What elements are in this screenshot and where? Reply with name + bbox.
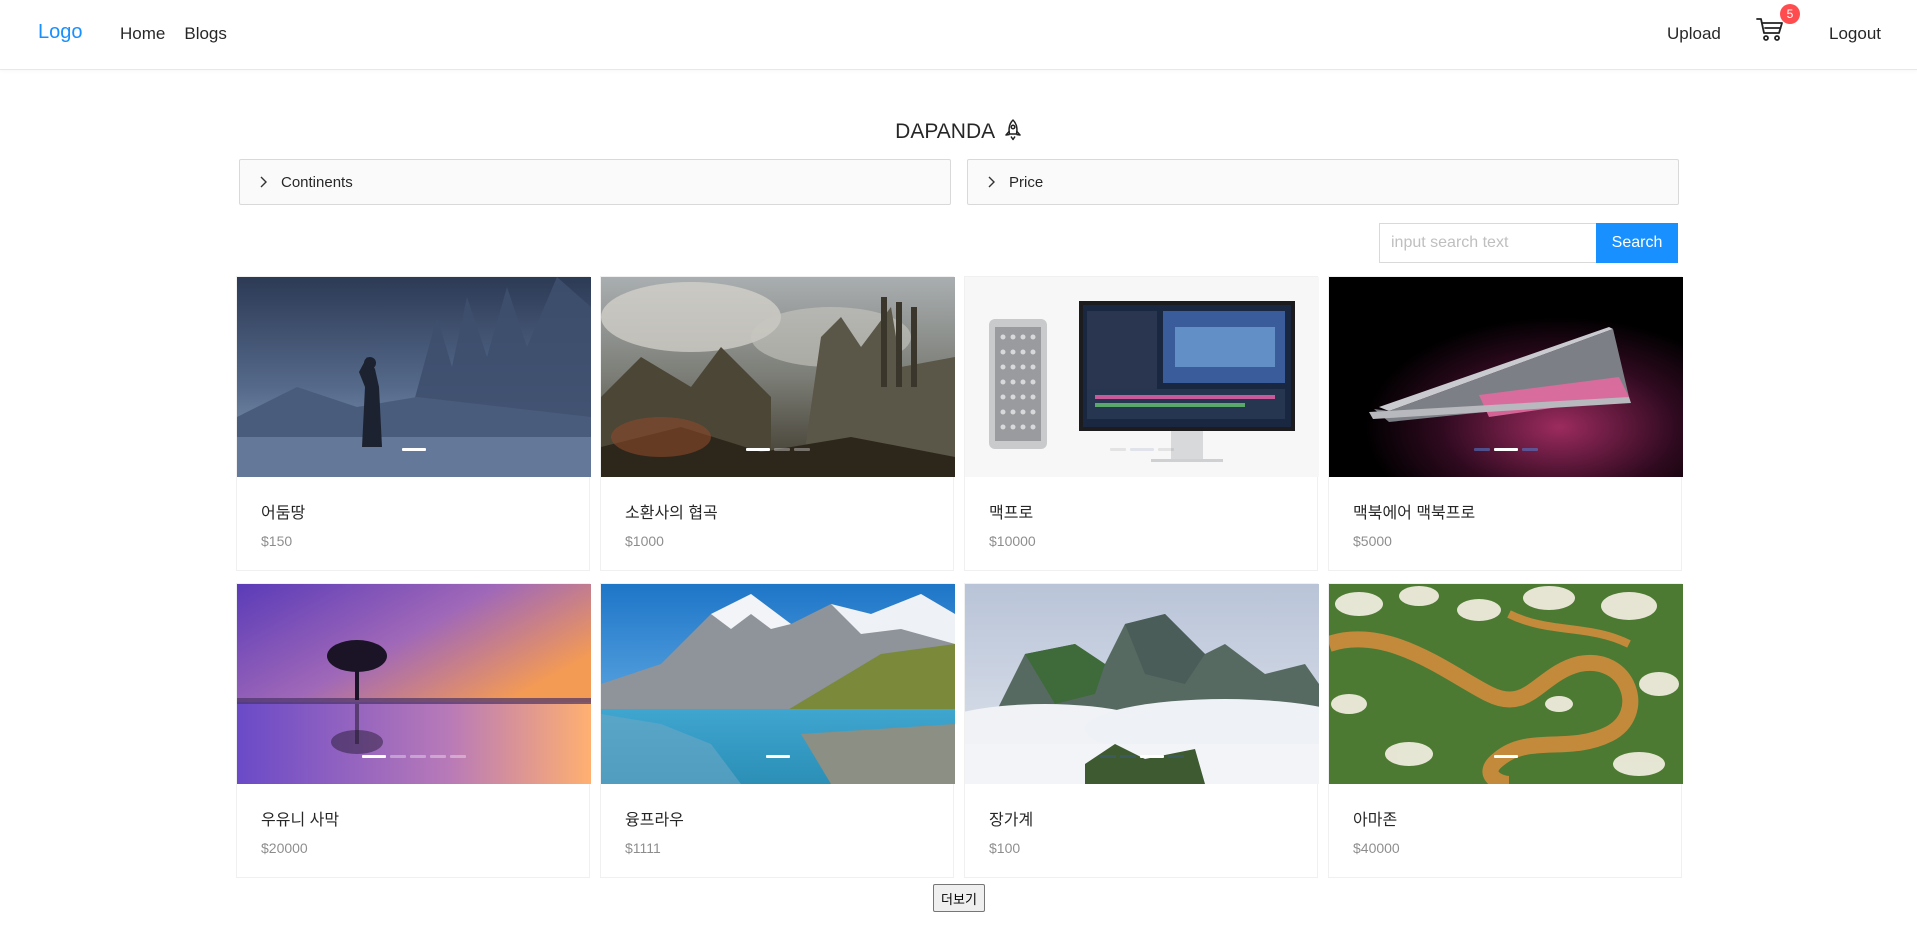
product-name: 융프라우 [625,812,684,829]
product-price: $1000 [625,533,664,549]
product-price: $20000 [261,840,308,856]
continents-filter-label: Continents [281,174,353,191]
page-title: DAPANDA [0,119,1917,147]
product-name: 어둠땅 [261,505,306,522]
nav-left-menu: Home Blogs [120,24,227,44]
product-name: 맥북에어 맥북프로 [1353,505,1476,522]
product-name: 장가계 [989,812,1034,829]
product-image-carousel[interactable] [1329,277,1683,477]
product-price: $5000 [1353,533,1392,549]
carousel-dot[interactable] [1522,448,1538,451]
carousel-dot[interactable] [1110,448,1126,451]
product-image-carousel[interactable] [1329,584,1683,784]
product-card[interactable]: 융프라우 $1111 [600,583,955,878]
price-filter-panel[interactable]: Price [967,159,1679,205]
carousel-dots [237,448,591,451]
carousel-dot[interactable] [1140,755,1164,758]
product-name: 소환사의 협곡 [625,505,718,522]
carousel-dots [1329,755,1683,758]
carousel-dot[interactable] [362,755,386,758]
product-image-carousel[interactable] [601,584,955,784]
carousel-dot[interactable] [1120,755,1136,758]
product-image-carousel[interactable] [965,584,1319,784]
carousel-dot[interactable] [1474,448,1490,451]
product-card[interactable]: 맥프로 $10000 [964,276,1319,571]
carousel-dot[interactable] [430,755,446,758]
nav-logout-link[interactable]: Logout [1829,24,1881,44]
carousel-dots [965,448,1319,451]
product-price: $100 [989,840,1021,856]
rocket-icon [1004,119,1022,147]
carousel-dot[interactable] [1100,755,1116,758]
cart-count-badge: 5 [1780,4,1800,24]
product-card[interactable]: 어둠땅 $150 [236,276,591,571]
carousel-dots [601,448,955,451]
product-name: 우유니 사막 [261,812,340,829]
carousel-dot[interactable] [1130,448,1154,451]
top-navbar: Logo Home Blogs Upload 5 Logout [0,0,1917,70]
carousel-dot[interactable] [410,755,426,758]
carousel-dot[interactable] [774,448,790,451]
product-card[interactable]: 소환사의 협곡 $1000 [600,276,955,571]
product-card[interactable]: 맥북에어 맥북프로 $5000 [1328,276,1683,571]
price-filter-label: Price [1009,174,1044,191]
nav-blogs-link[interactable]: Blogs [184,24,227,44]
product-price: $40000 [1353,840,1400,856]
product-card[interactable]: 장가계 $100 [964,583,1319,878]
cart-icon[interactable] [1756,17,1786,45]
nav-home-link[interactable]: Home [120,24,165,44]
page-title-text: DAPANDA [895,120,994,143]
carousel-dot[interactable] [1158,448,1174,451]
carousel-dot[interactable] [402,448,426,451]
carousel-dot[interactable] [1168,755,1184,758]
search-input[interactable] [1379,223,1597,263]
carousel-dot[interactable] [766,755,790,758]
logo-link[interactable]: Logo [38,21,83,44]
product-image-carousel[interactable] [237,584,591,784]
product-price: $1111 [625,840,661,856]
product-image-carousel[interactable] [237,277,591,477]
product-image-carousel[interactable] [601,277,955,477]
carousel-dots [601,755,955,758]
carousel-dot[interactable] [1494,755,1518,758]
product-card[interactable]: 우유니 사막 $20000 [236,583,591,878]
load-more-button[interactable]: 더보기 [933,884,985,912]
carousel-dots [965,755,1319,758]
continents-filter-panel[interactable]: Continents [239,159,951,205]
nav-upload-link[interactable]: Upload [1667,24,1721,44]
chevron-right-icon [988,176,995,188]
carousel-dots [1329,448,1683,451]
product-card[interactable]: 아마존 $40000 [1328,583,1683,878]
product-name: 맥프로 [989,505,1034,522]
product-price: $10000 [989,533,1036,549]
carousel-dot[interactable] [746,448,770,451]
search-button[interactable]: Search [1596,223,1678,263]
carousel-dots [237,755,591,758]
chevron-right-icon [260,176,267,188]
carousel-dot[interactable] [390,755,406,758]
carousel-dot[interactable] [450,755,466,758]
product-image-carousel[interactable] [965,277,1319,477]
carousel-dot[interactable] [1494,448,1518,451]
product-price: $150 [261,533,293,549]
product-name: 아마존 [1353,812,1398,829]
product-grid: 어둠땅 $150 소환사의 협곡 $1000 맥프로 $10000 맥북에어 맥… [236,276,1683,878]
carousel-dot[interactable] [794,448,810,451]
